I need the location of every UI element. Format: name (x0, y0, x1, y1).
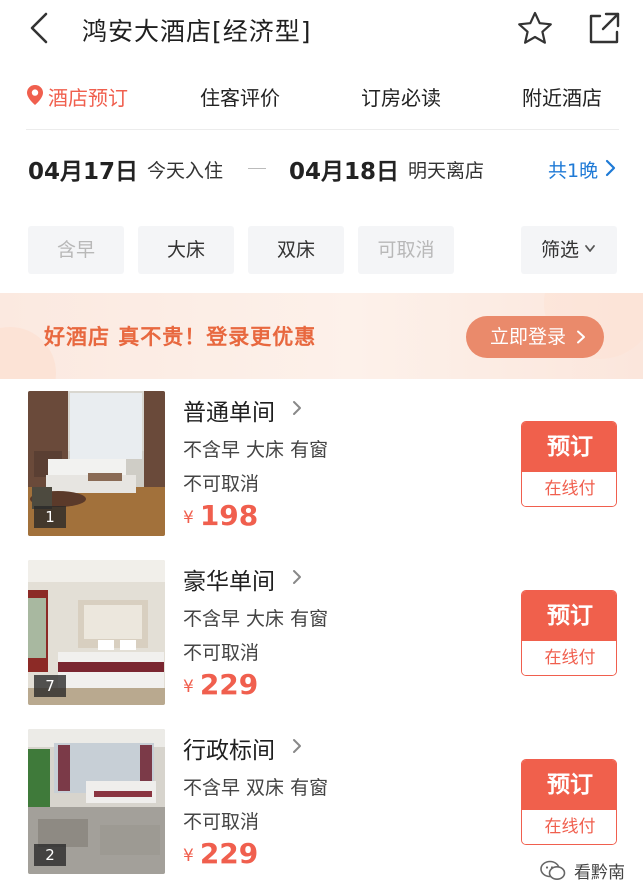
chevron-down-icon (585, 245, 595, 252)
room-price: ¥229 (183, 668, 258, 701)
share-icon[interactable] (586, 10, 622, 46)
room-item[interactable]: 7 豪华单间 不含早 大床 有窗 不可取消 ¥229 预订 在线付 (0, 560, 643, 710)
checkin-date[interactable]: 04月17日 (28, 152, 138, 186)
book-button[interactable]: 预订 在线付 (521, 759, 617, 845)
location-pin-icon (27, 85, 43, 105)
chevron-right-icon (293, 401, 301, 415)
cancel-policy: 不可取消 (183, 811, 260, 833)
date-selector[interactable]: 04月17日 今天入住 04月18日 明天离店 共1晚 (0, 146, 643, 190)
room-features: 不含早 大床 有窗 (183, 439, 329, 461)
book-label: 预订 (522, 760, 616, 810)
back-arrow-icon[interactable] (22, 10, 56, 46)
checkout-label: 明天离店 (408, 160, 485, 182)
filter-chip-king-bed[interactable]: 大床 (138, 226, 234, 274)
filter-button[interactable]: 筛选 (521, 226, 617, 274)
tab-bar: 酒店预订 住客评价 订房必读 附近酒店 (0, 76, 643, 116)
top-bar: 鸿安大酒店[经济型] (0, 0, 643, 60)
cancel-policy: 不可取消 (183, 473, 260, 495)
filter-chip-cancellable[interactable]: 可取消 (358, 226, 454, 274)
currency-symbol: ¥ (183, 677, 194, 697)
room-photo[interactable]: 2 (28, 729, 165, 874)
photo-count-badge: 1 (34, 506, 66, 528)
tab-guest-reviews[interactable]: 住客评价 (200, 82, 280, 111)
book-label: 预订 (522, 591, 616, 641)
hotel-title: 鸿安大酒店[经济型] (82, 17, 312, 46)
book-label: 预订 (522, 422, 616, 472)
pay-online-label: 在线付 (522, 810, 616, 844)
filter-button-label: 筛选 (541, 239, 580, 261)
room-item[interactable]: 2 行政标间 不含早 双床 有窗 不可取消 ¥229 预订 在线付 (0, 729, 643, 879)
filter-chip-breakfast[interactable]: 含早 (28, 226, 124, 274)
price-value: 229 (199, 668, 259, 701)
watermark-text: 看黔南 (574, 863, 625, 883)
promo-text: 好酒店 真不贵！登录更优惠 (44, 325, 317, 349)
book-button[interactable]: 预订 在线付 (521, 421, 617, 507)
currency-symbol: ¥ (183, 508, 194, 528)
room-price: ¥198 (183, 499, 258, 532)
chevron-right-icon (293, 570, 301, 584)
room-photo[interactable]: 7 (28, 560, 165, 705)
currency-symbol: ¥ (183, 846, 194, 866)
nights-count[interactable]: 共1晚 (548, 156, 598, 183)
price-value: 198 (199, 499, 259, 532)
checkout-date[interactable]: 04月18日 (289, 152, 399, 186)
photo-count-badge: 7 (34, 675, 66, 697)
date-separator (248, 168, 266, 169)
checkin-label: 今天入住 (147, 160, 224, 182)
room-name[interactable]: 豪华单间 (183, 562, 275, 596)
photo-count-badge: 2 (34, 844, 66, 866)
room-features: 不含早 双床 有窗 (183, 777, 329, 799)
room-name[interactable]: 普通单间 (183, 393, 275, 427)
room-price: ¥229 (183, 837, 258, 870)
room-item[interactable]: 1 普通单间 不含早 大床 有窗 不可取消 ¥198 预订 在线付 (0, 391, 643, 541)
cancel-policy: 不可取消 (183, 642, 260, 664)
filter-chip-twin-bed[interactable]: 双床 (248, 226, 344, 274)
room-photo[interactable]: 1 (28, 391, 165, 536)
wechat-icon (540, 860, 566, 880)
pay-online-label: 在线付 (522, 472, 616, 506)
pay-online-label: 在线付 (522, 641, 616, 675)
room-features: 不含早 大床 有窗 (183, 608, 329, 630)
room-name[interactable]: 行政标间 (183, 731, 275, 765)
star-icon[interactable] (516, 10, 554, 46)
chevron-right-icon (577, 330, 585, 344)
login-button-label: 立即登录 (490, 326, 567, 348)
price-value: 229 (199, 837, 259, 870)
login-promo-banner: 好酒店 真不贵！登录更优惠 立即登录 (0, 293, 643, 379)
tab-divider (26, 129, 619, 130)
tab-hotel-booking[interactable]: 酒店预订 (48, 82, 128, 111)
tab-nearby-hotels[interactable]: 附近酒店 (522, 82, 602, 111)
book-button[interactable]: 预订 在线付 (521, 590, 617, 676)
tab-booking-notes[interactable]: 订房必读 (361, 82, 441, 111)
chevron-right-icon (605, 159, 616, 177)
chevron-right-icon (293, 739, 301, 753)
